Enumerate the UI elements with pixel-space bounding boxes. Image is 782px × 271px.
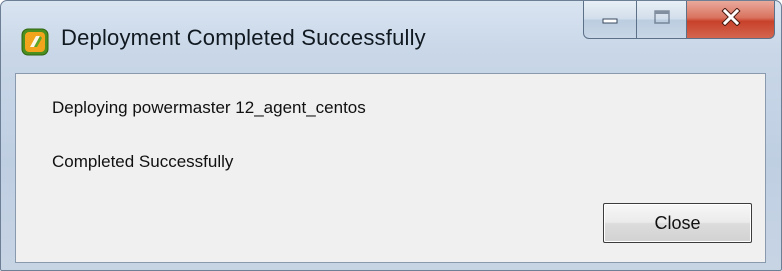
minimize-icon <box>601 11 619 29</box>
close-button[interactable]: Close <box>603 203 752 243</box>
title-bar[interactable]: Deployment Completed Successfully <box>1 1 781 73</box>
window-controls <box>583 1 775 41</box>
status-message: Completed Successfully <box>52 152 234 171</box>
deployment-dialog: Deployment Completed Successfully Deploy… <box>0 0 782 271</box>
maximize-icon <box>653 9 671 30</box>
app-logo-icon <box>21 28 49 56</box>
window-title: Deployment Completed Successfully <box>61 25 426 50</box>
close-icon <box>720 7 741 31</box>
dialog-content: Deploying powermaster 12_agent_centos Co… <box>15 73 766 263</box>
close-window-button[interactable] <box>687 1 775 39</box>
minimize-button[interactable] <box>583 1 637 39</box>
maximize-button[interactable] <box>637 1 687 39</box>
deploying-message: Deploying powermaster 12_agent_centos <box>52 98 366 117</box>
